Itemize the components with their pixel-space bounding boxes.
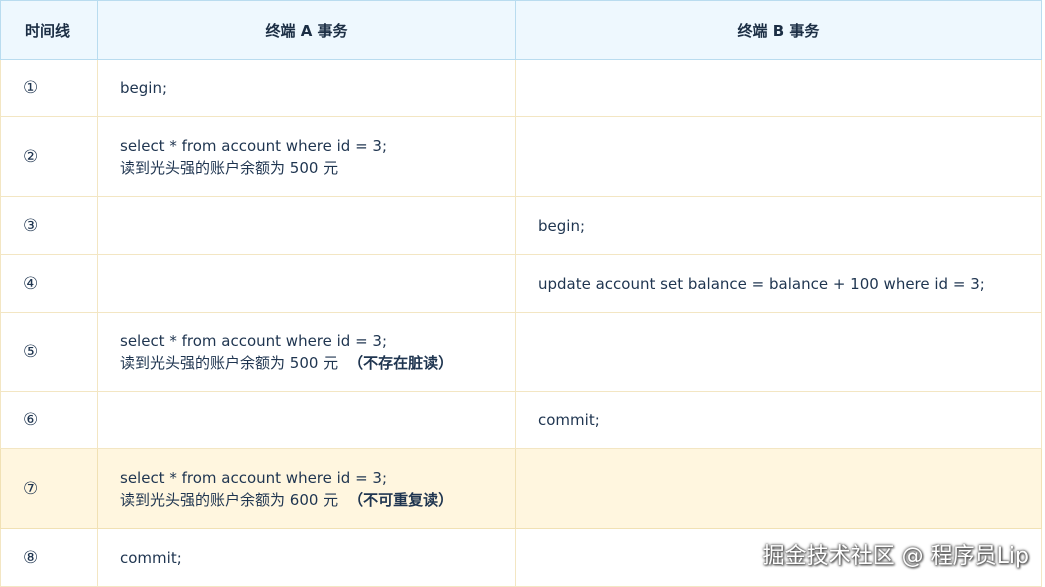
terminal-b-cell xyxy=(515,312,1042,392)
terminal-a-cell: select * from account where id = 3; 读到光头强… xyxy=(97,116,516,197)
terminal-a-text: select * from account where id = 3; xyxy=(120,136,388,155)
terminal-a-text: 读到光头强的账户余额为 600 元 xyxy=(120,490,339,509)
terminal-a-text: 读到光头强的账户余额为 500 元 xyxy=(120,354,339,372)
step-marker: ⑧ xyxy=(0,528,98,587)
table-row: ④ update account set balance = balance + … xyxy=(0,254,1042,313)
header-terminal-a: 终端 A 事务 xyxy=(97,0,516,60)
table-row: ⑤ select * from account where id = 3; 读到光头… xyxy=(0,312,1042,392)
table-row: ⑥ commit; xyxy=(0,391,1042,449)
terminal-b-cell: update account set balance = balance + 1… xyxy=(515,254,1042,313)
step-marker: ④ xyxy=(0,254,98,313)
terminal-a-cell: commit; xyxy=(97,528,516,587)
terminal-a-line: commit; xyxy=(120,547,514,569)
terminal-b-cell xyxy=(515,448,1042,529)
transaction-timeline-table: 时间线 终端 A 事务 终端 B 事务 ① begin; ② select * fro… xyxy=(0,0,1042,587)
step-marker: ③ xyxy=(0,196,98,255)
terminal-a-line: 读到光头强的账户余额为 500 元 xyxy=(120,157,514,179)
terminal-a-cell xyxy=(97,196,516,255)
terminal-a-line: 读到光头强的账户余额为 500 元 （不存在脏读） xyxy=(120,352,514,374)
terminal-a-cell: select * from account where id = 3; 读到光头强… xyxy=(97,448,516,529)
header-terminal-b: 终端 B 事务 xyxy=(515,0,1042,60)
terminal-b-cell: commit; xyxy=(515,391,1042,449)
header-timeline: 时间线 xyxy=(0,0,98,60)
terminal-a-cell: begin; xyxy=(97,59,516,117)
terminal-a-line: 读到光头强的账户余额为 600 元 （不可重复读） xyxy=(120,489,514,511)
terminal-b-cell xyxy=(515,116,1042,197)
table-row: ① begin; xyxy=(0,59,1042,117)
terminal-a-text: select * from account where id = 3; xyxy=(120,332,388,350)
isolation-note: （不存在脏读） xyxy=(348,354,454,372)
terminal-a-text: begin; xyxy=(120,79,167,97)
watermark: 掘金技术社区 @ 程序员Lip xyxy=(762,544,1029,569)
table-header-row: 时间线 终端 A 事务 终端 B 事务 xyxy=(0,0,1042,60)
terminal-a-cell: select * from account where id = 3; 读到光头强… xyxy=(97,312,516,392)
terminal-a-text: select * from account where id = 3; xyxy=(120,468,388,487)
terminal-a-cell xyxy=(97,391,516,449)
terminal-a-text: commit; xyxy=(120,548,182,567)
terminal-a-line: select * from account where id = 3; xyxy=(120,467,514,489)
table-body: ① begin; ② select * from account where id =… xyxy=(0,59,1042,587)
step-marker: ① xyxy=(0,59,98,117)
step-marker: ⑦ xyxy=(0,448,98,529)
table-row: ③ begin; xyxy=(0,196,1042,255)
terminal-a-cell xyxy=(97,254,516,313)
terminal-a-text: 读到光头强的账户余额为 500 元 xyxy=(120,158,339,177)
step-marker: ⑥ xyxy=(0,391,98,449)
terminal-b-cell: begin; xyxy=(515,196,1042,255)
table-row: ⑦ select * from account where id = 3; 读到光头… xyxy=(0,448,1042,529)
table-row: ② select * from account where id = 3; 读到光头… xyxy=(0,116,1042,197)
terminal-a-line: select * from account where id = 3; xyxy=(120,330,514,352)
terminal-a-line: begin; xyxy=(120,77,514,99)
step-marker: ② xyxy=(0,116,98,197)
isolation-note: （不可重复读） xyxy=(348,490,454,509)
step-marker: ⑤ xyxy=(0,312,98,392)
terminal-b-cell xyxy=(515,59,1042,117)
terminal-a-line: select * from account where id = 3; xyxy=(120,135,514,157)
